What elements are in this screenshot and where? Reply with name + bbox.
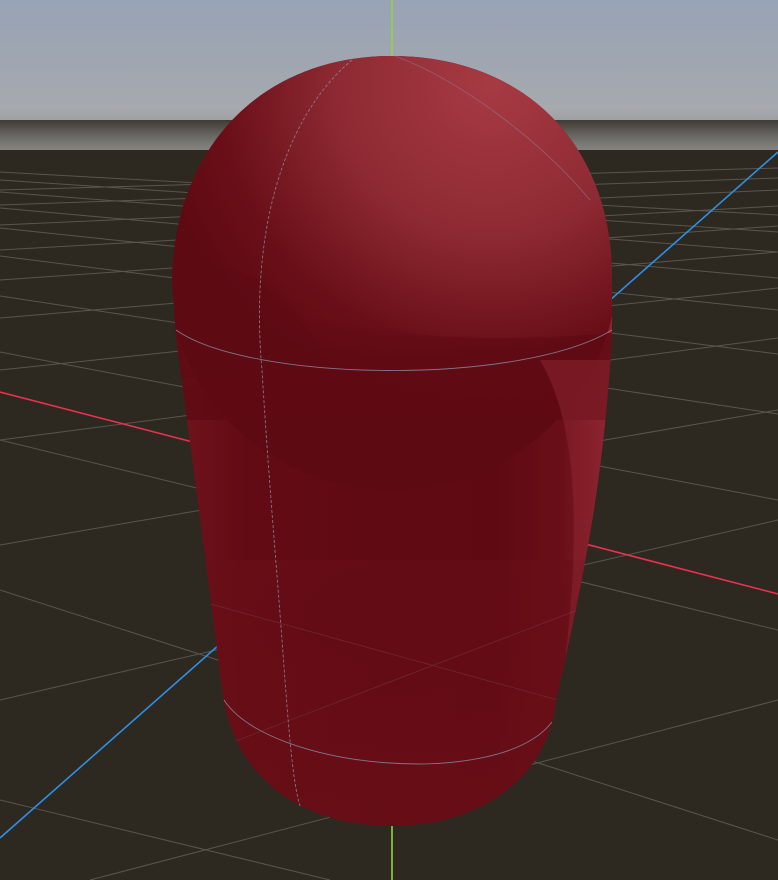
- viewport-scene[interactable]: [0, 0, 778, 880]
- 3d-viewport[interactable]: [0, 0, 778, 880]
